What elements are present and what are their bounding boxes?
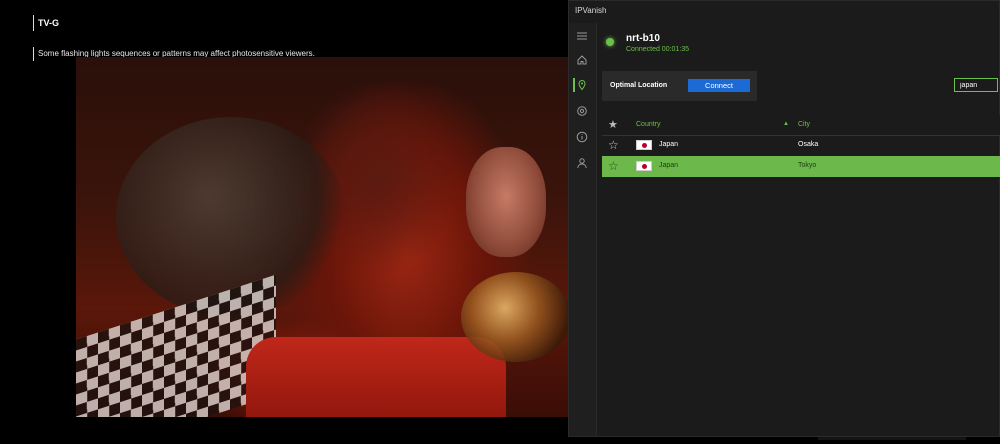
city-cell: Osaka <box>798 141 819 148</box>
sort-ascending-icon[interactable]: ▲ <box>783 121 789 127</box>
settings-icon[interactable] <box>575 104 589 118</box>
city-column-header[interactable]: City <box>798 121 810 128</box>
table-row[interactable]: ☆ Japan Osaka <box>602 135 1000 157</box>
country-cell: Japan <box>659 141 679 148</box>
video-background-ornament <box>116 117 346 317</box>
vpn-app-window: IPVanish nrt-b10 Connected 00:01:35 Opti… <box>568 0 1000 437</box>
favorite-star-icon[interactable]: ☆ <box>608 159 619 173</box>
favorites-column-star-icon[interactable]: ★ <box>608 119 618 131</box>
video-glass-object <box>461 272 570 362</box>
menu-icon[interactable] <box>575 29 589 43</box>
connect-button[interactable]: Connect <box>688 79 750 92</box>
account-icon[interactable] <box>575 156 589 170</box>
table-row-selected[interactable]: ☆ Japan Tokyo <box>602 156 1000 177</box>
server-name: nrt-b10 <box>626 33 660 44</box>
connection-status-icon <box>606 38 614 46</box>
table-header: ★ Country ▲ City <box>602 115 1000 136</box>
city-cell: Tokyo <box>798 162 817 169</box>
country-column-header[interactable]: Country <box>636 121 661 128</box>
video-frame[interactable] <box>76 57 570 417</box>
location-pin-icon[interactable] <box>573 78 589 92</box>
nav-rail <box>569 23 597 436</box>
country-cell: Japan <box>659 162 679 169</box>
optimal-location-label: Optimal Location <box>610 82 668 89</box>
home-icon[interactable] <box>575 53 589 67</box>
favorite-star-icon[interactable]: ☆ <box>608 138 619 152</box>
optimal-location-panel: Optimal Location Connect <box>602 71 757 101</box>
video-red-fur <box>246 337 506 417</box>
content-rating: TV-G <box>33 15 59 31</box>
connection-status: Connected 00:01:35 <box>626 46 690 53</box>
japan-flag-icon <box>636 161 652 171</box>
video-face <box>466 147 546 257</box>
info-icon[interactable] <box>575 130 589 144</box>
title-bar[interactable]: IPVanish <box>569 1 999 23</box>
location-search-input[interactable] <box>954 78 998 92</box>
japan-flag-icon <box>636 140 652 150</box>
app-title: IPVanish <box>575 6 607 15</box>
